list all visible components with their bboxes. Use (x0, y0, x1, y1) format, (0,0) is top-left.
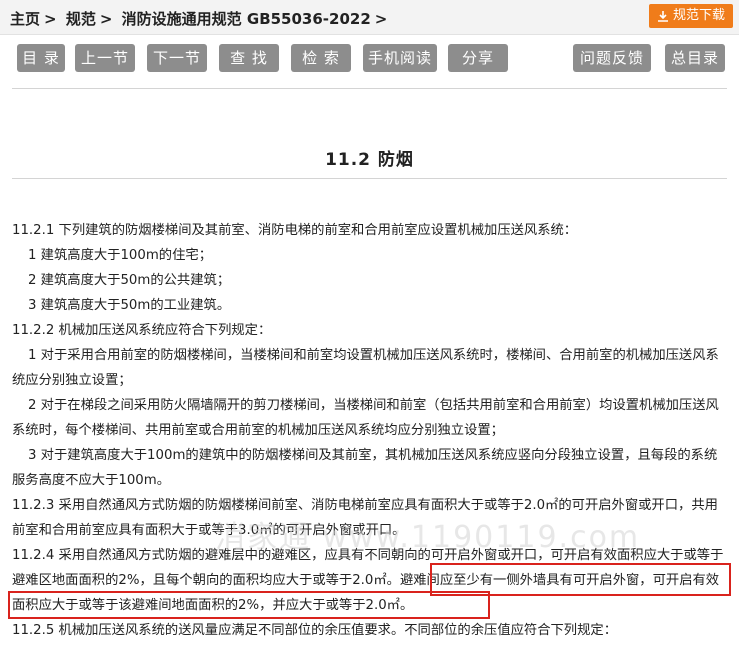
breadcrumb-current[interactable]: 消防设施通用规范 GB55036-2022 (122, 10, 371, 28)
clause-11-2-3: 11.2.3 采用自然通风方式防烟的防烟楼梯间前室、消防电梯前室应具有面积大于或… (12, 498, 718, 538)
master-index-button[interactable]: 总目录 (665, 44, 725, 72)
clause-item: 1 对于采用合用前室的防烟楼梯间，当楼梯间和前室均设置机械加压送风系统时，楼梯间… (12, 348, 719, 388)
clause-item: 2 建筑高度大于50m的公共建筑； (28, 273, 231, 288)
clause-item: 3 建筑高度大于50m的工业建筑。 (28, 298, 231, 313)
mobile-read-button[interactable]: 手机阅读 (363, 44, 437, 72)
breadcrumb-separator: > (374, 10, 388, 28)
clause-11-2-4: 11.2.4 采用自然通风方式防烟的避难层中的避难区，应具有不同朝向的可开启外窗… (12, 548, 724, 613)
clause-11-2-2: 11.2.2 机械加压送风系统应符合下列规定： (12, 323, 272, 338)
breadcrumb-standards[interactable]: 规范 (66, 10, 96, 28)
download-icon (657, 11, 668, 22)
next-section-button[interactable]: 下一节 (147, 44, 207, 72)
feedback-button[interactable]: 问题反馈 (573, 44, 651, 72)
breadcrumb: 主页 > 规范 > 消防设施通用规范 GB55036-2022 > (10, 8, 391, 29)
page-title: 11.2 防烟 (325, 150, 414, 170)
prev-section-button[interactable]: 上一节 (75, 44, 135, 72)
download-label: 规范下载 (672, 8, 725, 23)
standard-text: 11.2.1 下列建筑的防烟楼梯间及其前室、消防电梯的前室和合用前室应设置机械加… (12, 218, 730, 643)
divider (12, 88, 727, 89)
download-standard-button[interactable]: 规范下载 (648, 4, 733, 28)
clause-11-2-1: 11.2.1 下列建筑的防烟楼梯间及其前室、消防电梯的前室和合用前室应设置机械加… (12, 223, 578, 238)
search-button[interactable]: 检 索 (291, 44, 351, 72)
breadcrumb-separator: > (99, 10, 113, 28)
divider (12, 178, 727, 179)
clause-item: 3 对于建筑高度大于100m的建筑中的防烟楼梯间及其前室，其机械加压送风系统应竖… (12, 448, 718, 488)
clause-item: 1 建筑高度大于100m的住宅； (28, 248, 212, 263)
share-button[interactable]: 分享 (448, 44, 508, 72)
breadcrumb-separator: > (44, 10, 57, 28)
clause-11-2-5: 11.2.5 机械加压送风系统的送风量应满足不同部位的余压值要求。不同部位的余压… (12, 623, 617, 638)
breadcrumb-bar: 主页 > 规范 > 消防设施通用规范 GB55036-2022 > 规范下载 (0, 0, 739, 35)
clause-item: 2 对于在梯段之间采用防火隔墙隔开的剪刀楼梯间，当楼梯间和前室（包括共用前室和合… (12, 398, 719, 438)
find-button[interactable]: 查 找 (219, 44, 279, 72)
toolbar: 目 录 上一节 下一节 查 找 检 索 手机阅读 分享 问题反馈 总目录 (0, 44, 739, 74)
toc-button[interactable]: 目 录 (17, 44, 65, 72)
breadcrumb-home[interactable]: 主页 (10, 10, 40, 28)
